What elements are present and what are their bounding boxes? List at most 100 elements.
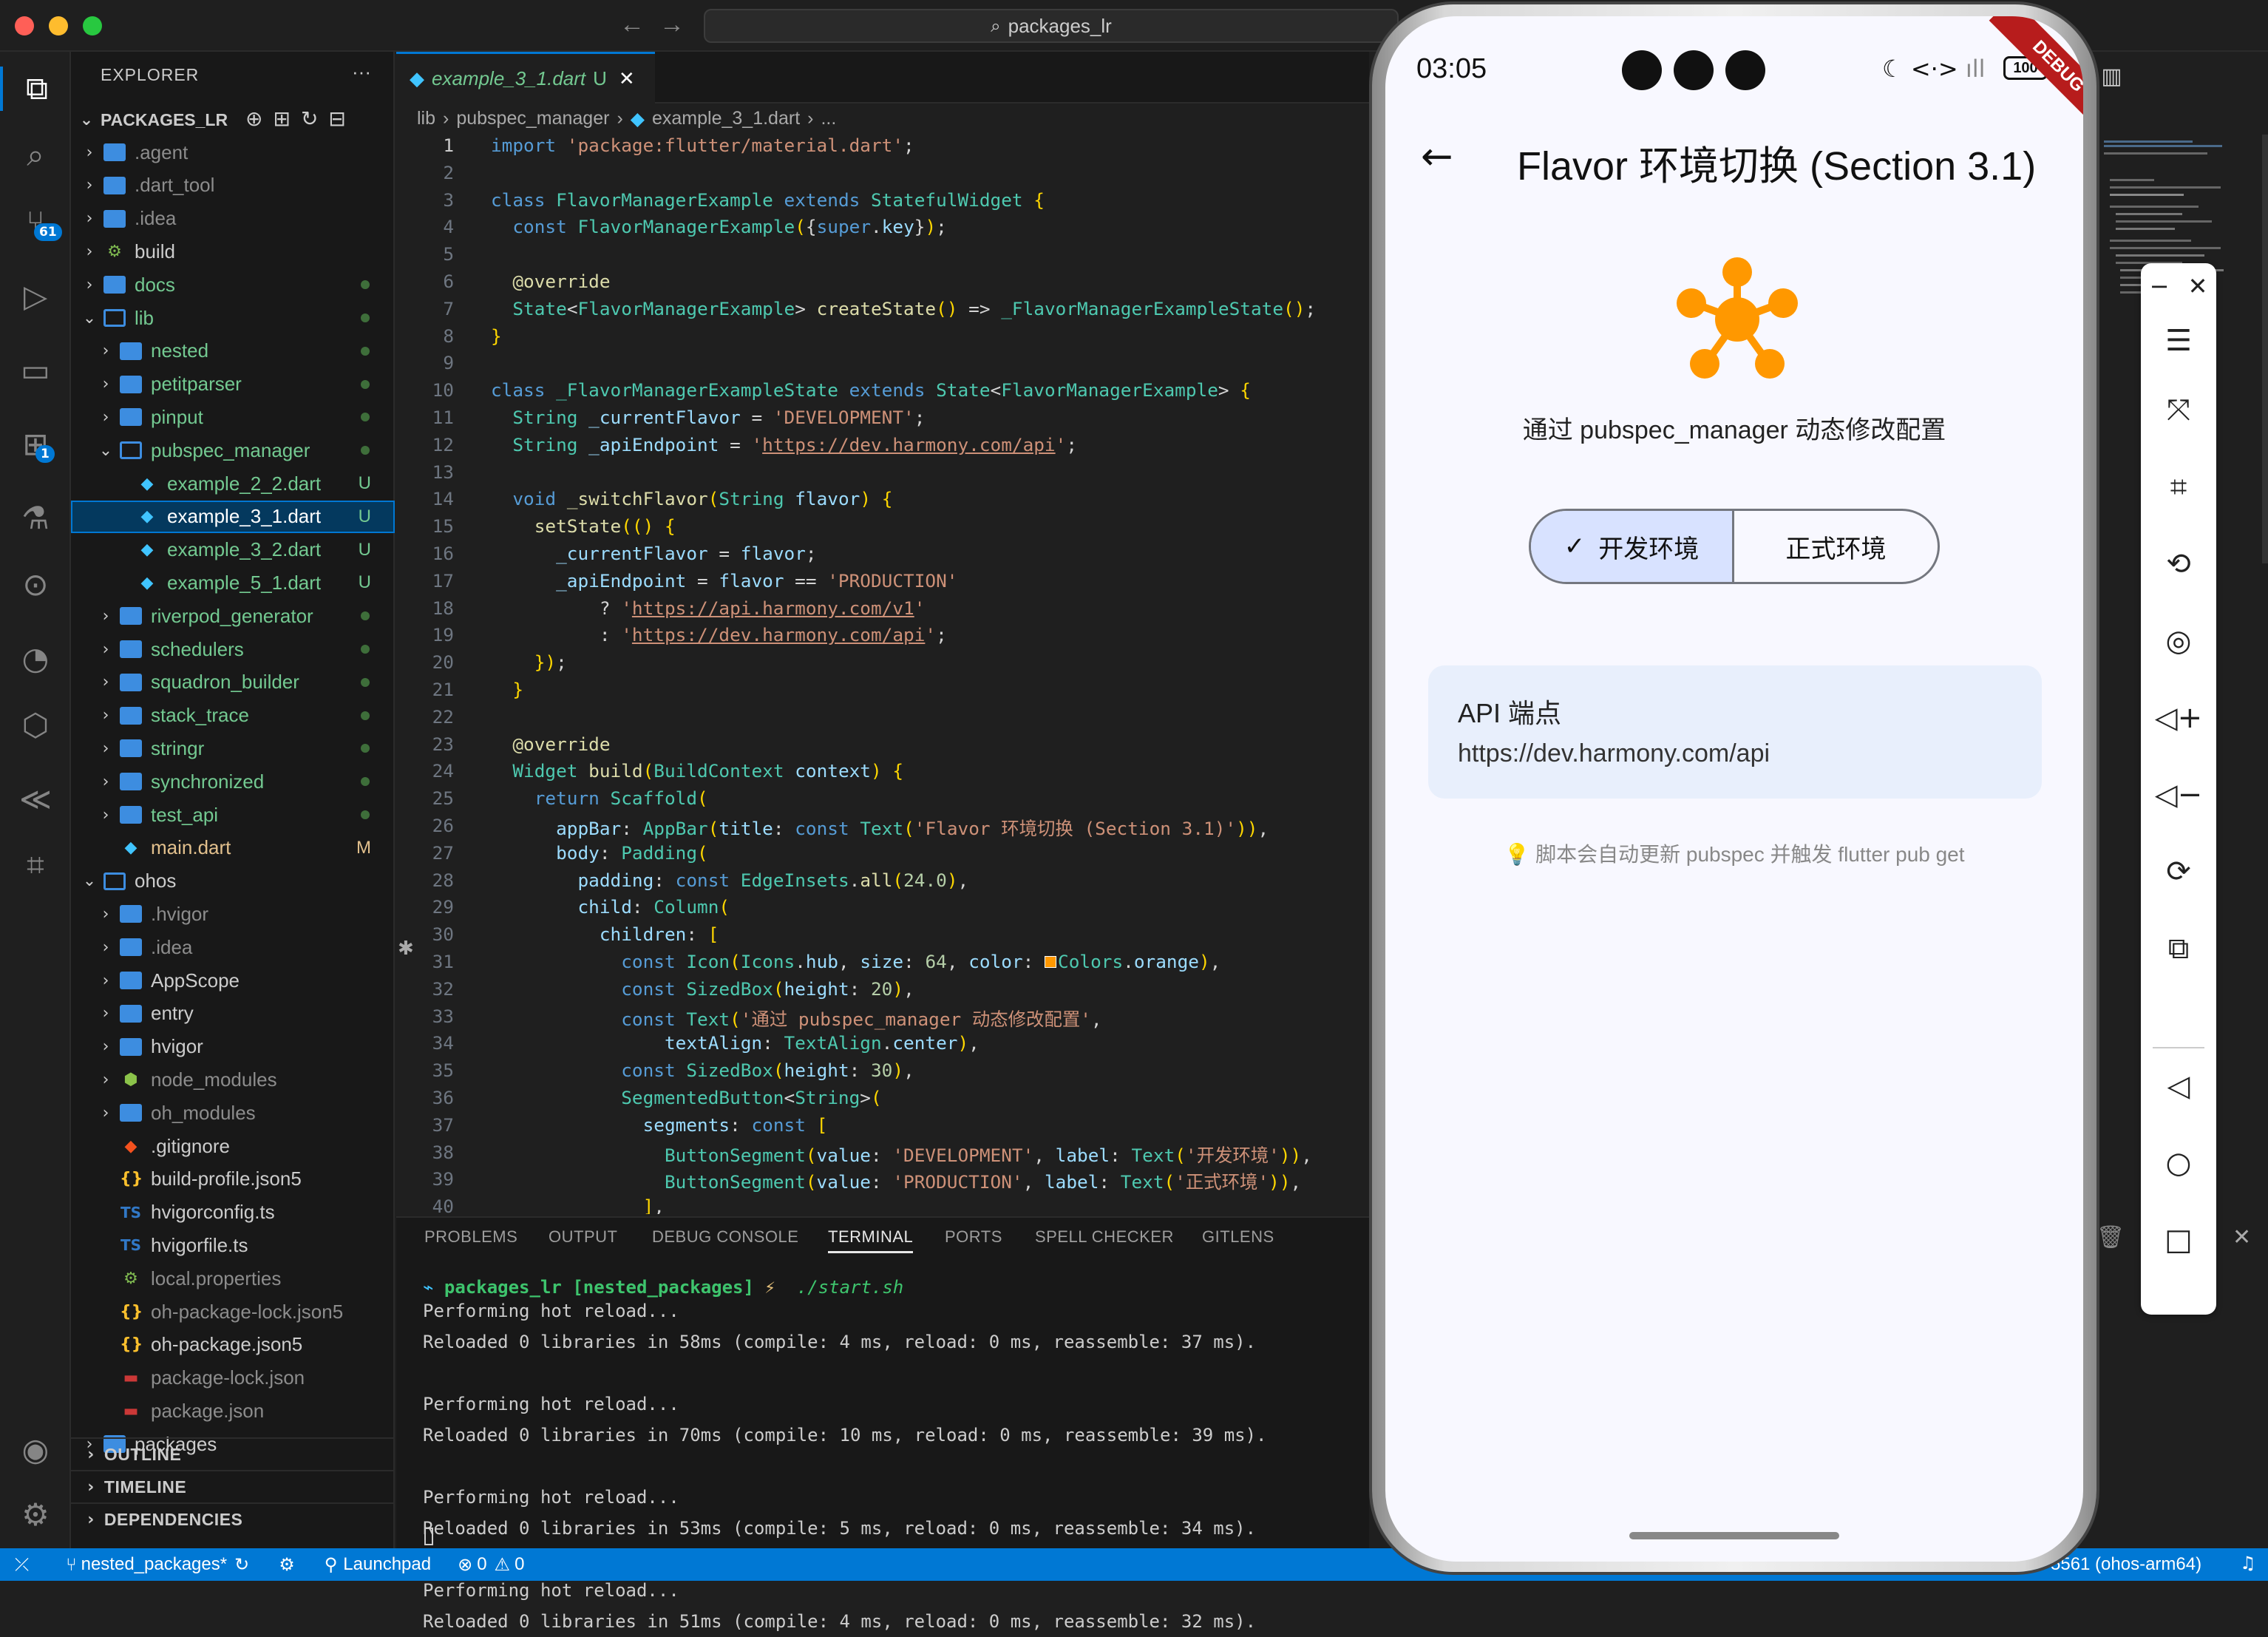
tree-item[interactable]: › .idea xyxy=(71,931,395,963)
code-line[interactable]: segments: const [ xyxy=(491,1114,828,1136)
git-graph-icon[interactable]: ⊙ xyxy=(13,562,58,606)
tree-item[interactable]: {} oh-package.json5 xyxy=(71,1329,395,1361)
tab-gitlens[interactable]: GITLENS xyxy=(1202,1227,1274,1247)
tree-item[interactable]: TS hvigorfile.ts xyxy=(71,1229,395,1261)
code-line[interactable]: children: [ xyxy=(491,923,719,945)
tree-item[interactable]: › .idea xyxy=(71,203,395,235)
code-line[interactable]: }); xyxy=(491,651,567,673)
files-icon[interactable]: ⧉ xyxy=(0,67,71,111)
rotate-icon[interactable]: ⟲ xyxy=(2141,547,2216,581)
code-editor[interactable]: 1 import 'package:flutter/material.dart';… xyxy=(396,135,1369,1214)
tree-item[interactable]: › nested xyxy=(71,335,395,367)
crop-icon[interactable]: ⌗ xyxy=(2141,470,2216,504)
split-editor-icon[interactable]: ▥ xyxy=(2101,64,2133,89)
tree-item[interactable]: › squadron_builder xyxy=(71,666,395,699)
testing-icon[interactable]: ⚗ xyxy=(13,495,58,540)
tree-item[interactable]: ▬ package.json xyxy=(71,1394,395,1427)
code-line[interactable]: String _apiEndpoint = 'https://dev.harmo… xyxy=(491,434,1077,455)
code-line[interactable]: ButtonSegment(value: 'PRODUCTION', label… xyxy=(491,1168,1301,1194)
tab-output[interactable]: OUTPUT xyxy=(549,1227,617,1247)
tree-item[interactable]: TS hvigorconfig.ts xyxy=(71,1196,395,1229)
forward-arrow-icon[interactable]: → xyxy=(659,10,685,39)
tree-item[interactable]: › pinput xyxy=(71,401,395,433)
debug-icon[interactable]: ⚙ xyxy=(279,1554,295,1575)
segment-development[interactable]: ✓ 开发环境 xyxy=(1531,511,1735,582)
tree-item[interactable]: ◆ main.dart M xyxy=(71,832,395,864)
code-line[interactable]: String _currentFlavor = 'DEVELOPMENT'; xyxy=(491,407,925,428)
close-icon[interactable]: ✕ xyxy=(2160,272,2235,300)
code-line[interactable]: setState(() { xyxy=(491,515,676,537)
tree-item[interactable]: › stack_trace xyxy=(71,699,395,732)
device-label[interactable]: 5561 (ohos-arm64) xyxy=(2051,1554,2201,1575)
tree-item[interactable]: › .dart_tool xyxy=(71,169,395,202)
accounts-icon[interactable]: ◉ xyxy=(13,1427,58,1471)
tree-item[interactable]: ◆ example_3_2.dart U xyxy=(71,534,395,566)
tree-item[interactable]: › AppScope xyxy=(71,964,395,997)
trash-icon[interactable]: 🗑 xyxy=(2096,1224,2125,1250)
warnings-count[interactable]: 0 xyxy=(515,1554,524,1575)
flutter-icon[interactable]: ≪ xyxy=(13,776,58,821)
minimize-window-button[interactable] xyxy=(49,16,68,35)
search-icon[interactable]: ⌕ xyxy=(13,133,58,177)
code-line[interactable]: ? 'https://api.harmony.com/v1' xyxy=(491,597,926,619)
code-line[interactable]: child: Column( xyxy=(491,896,730,918)
code-line[interactable]: @override xyxy=(491,271,610,292)
code-line[interactable]: const Text('通过 pubspec_manager 动态修改配置', xyxy=(491,1006,1101,1031)
code-line[interactable]: ButtonSegment(value: 'DEVELOPMENT', labe… xyxy=(491,1142,1312,1167)
breadcrumb-folder[interactable]: pubspec_manager xyxy=(456,108,609,129)
tree-item[interactable]: ⌄ ohos xyxy=(71,865,395,898)
remote-explorer-icon[interactable]: ▭ xyxy=(13,348,58,392)
tab-terminal[interactable]: TERMINAL xyxy=(828,1227,914,1253)
tab-spell-checker[interactable]: SPELL CHECKER xyxy=(1035,1227,1174,1247)
code-line[interactable]: _apiEndpoint = flavor == 'PRODUCTION' xyxy=(491,570,957,592)
tab-debug-console[interactable]: DEBUG CONSOLE xyxy=(652,1227,798,1247)
home-icon[interactable]: ○ xyxy=(2141,1146,2216,1180)
code-line[interactable]: } xyxy=(491,325,502,347)
code-line[interactable]: const Icon(Icons.hub, size: 64, color: C… xyxy=(491,951,1220,972)
code-line[interactable]: _currentFlavor = flavor; xyxy=(491,543,816,564)
terminal-output[interactable]: Performing hot reload... Reloaded 0 libr… xyxy=(423,1295,1267,1637)
tree-item[interactable]: › oh_modules xyxy=(71,1097,395,1129)
code-line[interactable]: @override xyxy=(491,733,610,755)
screenshot-icon[interactable]: ◎ xyxy=(2141,624,2216,658)
tree-item[interactable]: › entry xyxy=(71,997,395,1030)
extensions-icon[interactable]: ⊞ 1 xyxy=(13,421,58,466)
collapse-all-icon[interactable]: ⊟ xyxy=(328,106,356,131)
code-line[interactable]: SegmentedButton<String>( xyxy=(491,1087,881,1108)
code-line[interactable]: body: Padding( xyxy=(491,842,708,864)
code-line[interactable]: textAlign: TextAlign.center), xyxy=(491,1032,979,1054)
code-line[interactable]: return Scaffold( xyxy=(491,787,708,809)
tree-item[interactable]: › ⬢ node_modules xyxy=(71,1063,395,1096)
tree-item[interactable]: ⌄ pubspec_manager xyxy=(71,434,395,467)
code-line[interactable]: Widget build(BuildContext context) { xyxy=(491,760,903,782)
code-line[interactable]: class FlavorManagerExample extends State… xyxy=(491,189,1045,211)
close-window-button[interactable] xyxy=(15,16,34,35)
code-line[interactable]: const SizedBox(height: 20), xyxy=(491,978,914,1000)
code-line[interactable]: padding: const EdgeInsets.all(24.0), xyxy=(491,870,968,891)
tree-item[interactable]: › synchronized xyxy=(71,765,395,798)
notifications-icon[interactable]: ♫ xyxy=(2240,1553,2256,1573)
back-arrow-icon[interactable]: ← xyxy=(1421,135,1453,179)
new-folder-icon[interactable]: ⊞ xyxy=(273,106,300,131)
dependencies-section[interactable]: › DEPENDENCIES xyxy=(71,1502,395,1535)
tree-item[interactable]: ◆ example_3_1.dart U xyxy=(71,500,395,533)
explorer-root[interactable]: ⌄ PACKAGES_LR xyxy=(78,105,228,135)
sync-icon[interactable]: ↻ xyxy=(234,1554,249,1575)
source-control-icon[interactable]: ⑂ 61 xyxy=(13,200,62,244)
code-line[interactable]: const FlavorManagerExample({super.key}); xyxy=(491,216,946,237)
back-arrow-icon[interactable]: ← xyxy=(619,10,645,39)
code-line[interactable]: appBar: AppBar(title: const Text('Flavor… xyxy=(491,815,1269,841)
code-line[interactable]: import 'package:flutter/material.dart'; xyxy=(491,135,914,156)
new-file-icon[interactable]: ⊕ xyxy=(245,106,273,131)
tree-item[interactable]: ⚙ local.properties xyxy=(71,1262,395,1295)
home-indicator[interactable] xyxy=(1629,1532,1839,1539)
tree-item[interactable]: › riverpod_generator xyxy=(71,600,395,632)
tree-item[interactable]: › .agent xyxy=(71,136,395,169)
timeline-icon[interactable]: ◔ xyxy=(13,636,58,680)
launchpad-label[interactable]: Launchpad xyxy=(343,1554,431,1575)
tree-item[interactable]: {} oh-package-lock.json5 xyxy=(71,1295,395,1328)
volume-up-icon[interactable]: ◁+ xyxy=(2141,701,2216,735)
multi-screen-icon[interactable]: ⧉ xyxy=(2141,932,2216,966)
run-debug-icon[interactable]: ▷ xyxy=(13,274,58,318)
code-line[interactable]: const SizedBox(height: 30), xyxy=(491,1060,914,1081)
